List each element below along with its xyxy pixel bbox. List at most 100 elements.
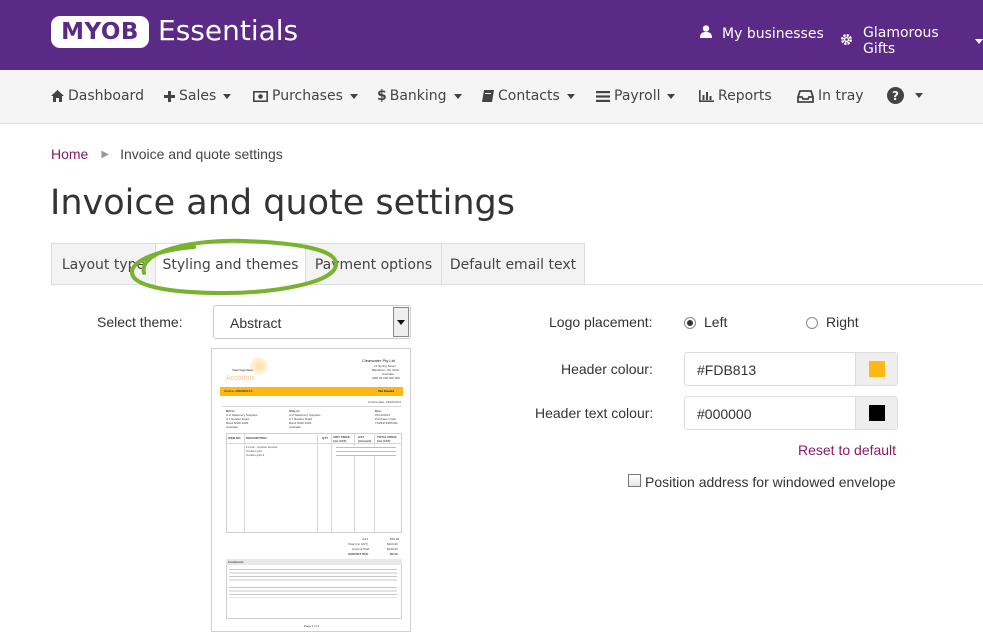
nav-reports-label: Reports	[718, 88, 772, 104]
breadcrumb-home[interactable]: Home	[51, 146, 88, 162]
chevron-down-icon	[223, 93, 232, 99]
pv-col-desc: DESCRIPTION	[246, 436, 267, 440]
nav-purchases[interactable]: Purchases	[253, 88, 358, 104]
tab-layout-type[interactable]: Layout type	[51, 243, 156, 285]
nav-in-tray[interactable]: In tray	[797, 88, 864, 104]
list-icon	[596, 90, 610, 102]
pv-total-val: $220.00	[387, 542, 398, 546]
logo-right-label[interactable]: Right	[826, 314, 859, 330]
pv-col-line	[331, 433, 332, 533]
top-header: MYOB Essentials My businesses Glamorous …	[0, 0, 983, 70]
svg-text:?: ?	[892, 89, 899, 103]
pv-gst-label: GST	[362, 537, 369, 541]
chevron-down-icon	[397, 319, 405, 325]
nav-payroll-label: Payroll	[614, 88, 661, 104]
logo-glow	[250, 357, 268, 375]
nav-contacts-label: Contacts	[498, 88, 560, 104]
header-colour-swatch	[869, 361, 885, 377]
myob-logo[interactable]: MYOB	[51, 16, 149, 48]
tab-styling-and-themes[interactable]: Styling and themes	[155, 243, 306, 285]
pv-col-qty: QTY	[322, 436, 329, 440]
nav-sales-label: Sales	[179, 88, 217, 104]
dollar-icon: $	[377, 88, 387, 104]
pv-due-label: AMOUNT DUE	[348, 552, 369, 556]
breadcrumb: Home ▶ Invoice and quote settings	[51, 146, 283, 162]
home-icon	[51, 90, 64, 102]
chevron-down-icon	[566, 93, 575, 99]
pv-row3: Courier part 2	[246, 453, 265, 457]
gear-icon	[840, 33, 853, 50]
logo-left-radio[interactable]	[684, 317, 696, 329]
nav-payroll[interactable]: Payroll	[596, 88, 676, 104]
pv-doc-type: Tax Invoice	[378, 389, 395, 393]
business-name: Glamorous Gifts	[863, 25, 939, 57]
pv-table-header-line	[226, 443, 402, 444]
pv-paid-val: $120.00	[387, 547, 398, 551]
logo-placement-label: Logo placement:	[549, 314, 653, 330]
tab-default-email-text[interactable]: Default email text	[441, 243, 585, 285]
logo-right-radio[interactable]	[806, 317, 818, 329]
pv-total-label: Total (inc GST)	[348, 542, 369, 546]
pv-ship4: Australia	[289, 425, 301, 429]
nav-purchases-label: Purchases	[272, 88, 343, 104]
chevron-down-icon	[975, 38, 983, 44]
chevron-down-icon	[453, 93, 462, 99]
tab-payment-options[interactable]: Payment options	[305, 243, 442, 285]
page-title: Invoice and quote settings	[50, 183, 515, 223]
pv-po-value: TKZ947498729A	[375, 421, 398, 425]
nav-dashboard-label: Dashboard	[68, 88, 144, 104]
money-icon	[253, 90, 268, 102]
pv-invoice-no: Invoice: 00000001XX	[224, 389, 253, 393]
windowed-envelope-label[interactable]: Position address for windowed envelope	[645, 474, 896, 490]
pv-watermark: Accounts	[226, 375, 255, 382]
main-nav: Dashboard Sales Purchases $ Banking Cont…	[0, 70, 983, 124]
pv-paid-label: Amount Paid	[352, 547, 370, 551]
nav-banking-label: Banking	[389, 88, 447, 104]
header-text-colour-value: #000000	[697, 406, 752, 422]
nav-contacts[interactable]: Contacts	[482, 88, 575, 104]
business-switcher[interactable]: Glamorous Gifts	[840, 25, 983, 57]
chevron-down-icon	[915, 93, 923, 98]
nav-sales[interactable]: Sales	[164, 88, 232, 104]
pv-col-line	[317, 433, 318, 533]
header-colour-picker[interactable]	[855, 353, 897, 385]
pv-col-unit: UNIT PRICE (inc GST)	[333, 435, 351, 443]
pv-comments-title: Comments	[228, 560, 244, 564]
theme-select[interactable]: Abstract	[213, 305, 411, 339]
header-colour-label: Header colour:	[561, 361, 653, 377]
nav-reports[interactable]: Reports	[699, 88, 772, 104]
pv-page: Page 1 of 1	[304, 624, 320, 628]
nav-dashboard[interactable]: Dashboard	[51, 88, 144, 104]
header-text-colour-swatch	[869, 405, 885, 421]
pv-col-item: ITEM NO.	[228, 436, 242, 440]
reset-to-default-link[interactable]: Reset to default	[798, 442, 896, 458]
header-text-colour-picker[interactable]	[855, 397, 897, 429]
logo-left-label[interactable]: Left	[704, 314, 727, 330]
header-colour-input[interactable]: #FDB813	[684, 352, 898, 386]
nav-help[interactable]: ?	[887, 87, 923, 104]
breadcrumb-separator-icon: ▶	[101, 148, 110, 160]
my-businesses-label: My businesses	[722, 25, 824, 42]
windowed-envelope-checkbox[interactable]	[628, 474, 641, 487]
pv-cust4: Australia	[226, 425, 238, 429]
pv-logo: Your logo here	[232, 368, 253, 372]
invoice-preview: Your logo here Accounts Clearwater Pty L…	[211, 348, 411, 632]
pv-company: Clearwater Pty Ltd	[362, 358, 395, 363]
theme-select-value: Abstract	[230, 315, 282, 331]
pv-comments-text	[229, 586, 397, 598]
chevron-down-icon	[667, 93, 676, 99]
select-arrow[interactable]	[393, 307, 409, 337]
pv-abn: ABN 00 000 000 000	[372, 376, 400, 380]
my-businesses-link[interactable]: My businesses	[700, 25, 824, 42]
pv-invoice-date: Invoice date: 22/10/2013	[368, 400, 401, 404]
header-text-colour-input[interactable]: #000000	[684, 396, 898, 430]
nav-in-tray-label: In tray	[818, 88, 864, 104]
book-icon	[482, 90, 494, 102]
product-name: Essentials	[158, 14, 299, 47]
chevron-down-icon	[349, 93, 358, 99]
pv-comments-header	[226, 559, 402, 565]
header-colour-value: #FDB813	[697, 362, 757, 378]
breadcrumb-current: Invoice and quote settings	[120, 146, 283, 162]
myob-logo-text: MYOB	[61, 19, 139, 45]
nav-banking[interactable]: $ Banking	[377, 88, 462, 104]
